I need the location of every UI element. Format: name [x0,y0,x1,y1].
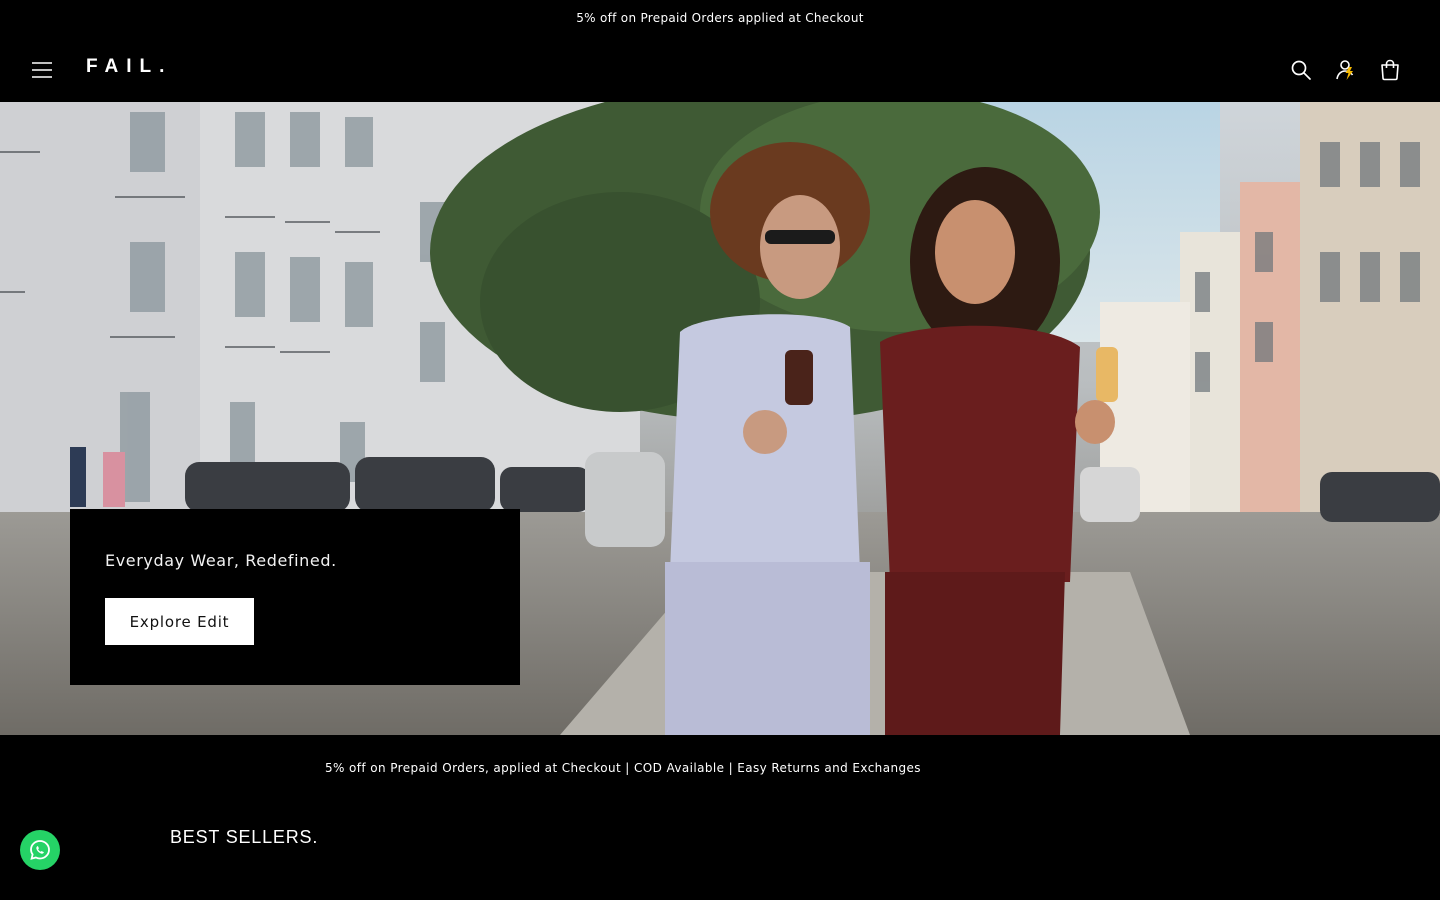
marquee-bar: 5% off on Prepaid Orders, applied at Che… [0,735,1440,803]
explore-edit-button[interactable]: Explore Edit [105,598,254,645]
whatsapp-button[interactable] [20,830,60,870]
menu-icon [32,62,52,78]
cart-button[interactable] [1374,54,1406,86]
menu-button[interactable] [26,54,58,86]
announcement-bar: 5% off on Prepaid Orders applied at Chec… [0,0,1440,36]
announcement-text: 5% off on Prepaid Orders applied at Chec… [576,11,864,25]
search-icon [1291,60,1311,80]
marquee-text: 5% off on Prepaid Orders, applied at Che… [325,761,921,775]
best-sellers-title: BEST SELLERS. [170,827,319,847]
hero-banner: Everyday Wear, Redefined. Explore Edit [0,102,1440,735]
account-button[interactable] [1330,54,1362,86]
cart-icon [1381,59,1399,81]
whatsapp-icon [30,840,50,860]
search-button[interactable] [1285,54,1317,86]
account-icon [1336,60,1354,80]
hero-card: Everyday Wear, Redefined. Explore Edit [70,509,520,685]
site-header: FAIL. [0,36,1440,102]
site-logo[interactable]: FAIL. [86,56,172,78]
hero-heading: Everyday Wear, Redefined. [105,551,337,570]
